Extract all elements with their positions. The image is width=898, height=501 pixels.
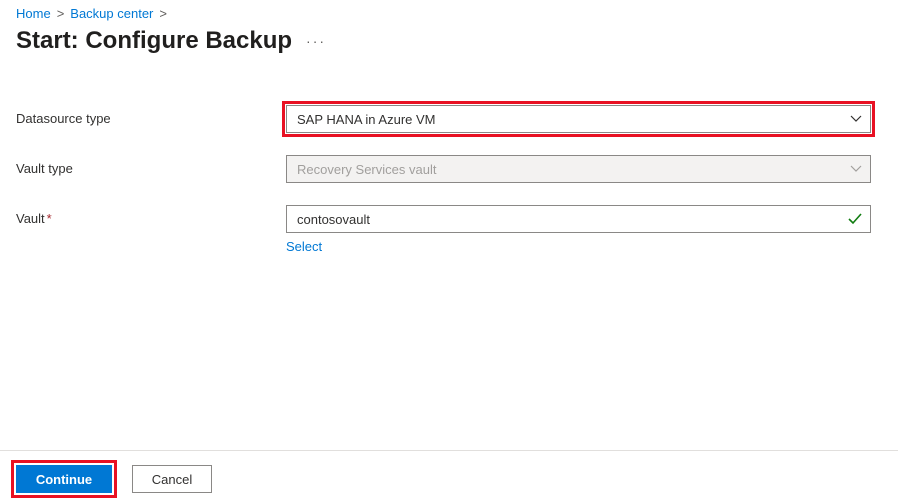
title-row: Start: Configure Backup ··· [16, 27, 882, 55]
dropdown-vault-type: Recovery Services vault [286, 155, 871, 183]
page-title: Start: Configure Backup [16, 27, 292, 55]
breadcrumb-home[interactable]: Home [16, 6, 51, 21]
continue-button[interactable]: Continue [16, 465, 112, 493]
cancel-button[interactable]: Cancel [132, 465, 212, 493]
form-row-vault: Vault* contosovault Select [16, 205, 882, 254]
breadcrumb-sep-icon: > [159, 6, 167, 21]
checkmark-icon [848, 212, 862, 226]
more-actions-icon[interactable]: ··· [306, 33, 326, 49]
select-vault-link[interactable]: Select [286, 239, 322, 254]
chevron-down-icon [850, 113, 862, 125]
label-vault: Vault* [16, 205, 286, 226]
input-vault[interactable]: contosovault [286, 205, 871, 233]
highlight-datasource-type: SAP HANA in Azure VM [286, 105, 871, 133]
dropdown-value: Recovery Services vault [297, 162, 436, 177]
input-value: contosovault [297, 212, 370, 227]
breadcrumb-backup-center[interactable]: Backup center [70, 6, 153, 21]
dropdown-value: SAP HANA in Azure VM [297, 112, 436, 127]
required-indicator: * [47, 211, 52, 226]
form-row-vault-type: Vault type Recovery Services vault [16, 155, 882, 183]
highlight-continue: Continue [16, 465, 112, 493]
breadcrumb-sep-icon: > [57, 6, 65, 21]
chevron-down-icon [850, 163, 862, 175]
label-datasource-type: Datasource type [16, 105, 286, 126]
breadcrumb: Home > Backup center > [16, 6, 882, 21]
label-vault-type: Vault type [16, 155, 286, 176]
footer: Continue Cancel [0, 450, 898, 501]
dropdown-datasource-type[interactable]: SAP HANA in Azure VM [286, 105, 871, 133]
form-row-datasource-type: Datasource type SAP HANA in Azure VM [16, 105, 882, 133]
